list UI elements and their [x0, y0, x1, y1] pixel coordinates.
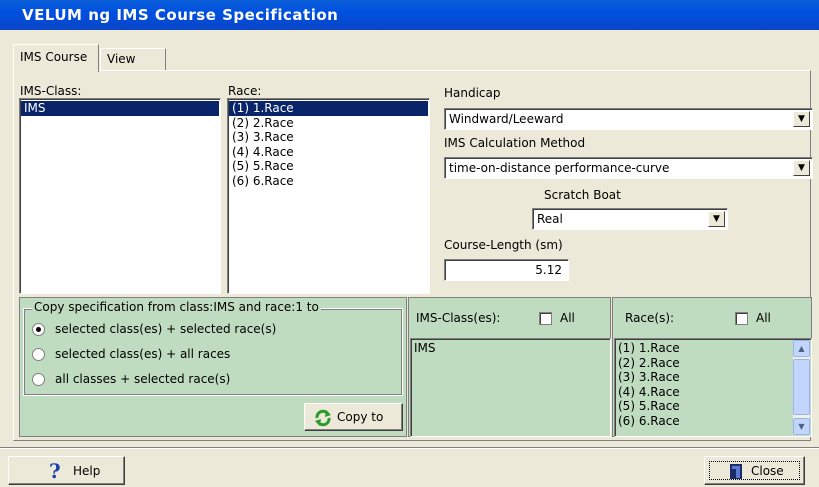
dropdown-arrow-icon[interactable]: ▼	[708, 211, 725, 227]
tab-view[interactable]: View	[100, 48, 166, 70]
radio-label: all classes + selected race(s)	[55, 372, 231, 386]
target-race-item[interactable]: (1) 1.Race	[615, 341, 811, 356]
target-race-item[interactable]: (2) 2.Race	[615, 356, 811, 371]
target-races-scrollbar[interactable]: ▲ ▼	[793, 340, 810, 435]
scroll-thumb[interactable]	[793, 359, 810, 415]
race-item[interactable]: (5) 5.Race	[229, 159, 428, 174]
race-label: Race:	[228, 84, 262, 98]
handicap-select[interactable]: Windward/Leeward ▼	[444, 108, 813, 130]
radio-all-classes-selected-race[interactable]	[32, 373, 45, 386]
race-item[interactable]: (1) 1.Race	[229, 101, 428, 116]
ims-class-list[interactable]: IMS	[19, 98, 221, 294]
close-door-icon	[730, 464, 742, 479]
target-race-item[interactable]: (5) 5.Race	[615, 399, 811, 414]
scroll-down-icon[interactable]: ▼	[793, 418, 810, 435]
target-race-item[interactable]: (4) 4.Race	[615, 385, 811, 400]
handicap-value: Windward/Leeward	[449, 112, 564, 126]
race-item[interactable]: (4) 4.Race	[229, 145, 428, 160]
target-races-label: Race(s):	[625, 311, 675, 325]
tab-ims-course[interactable]: IMS Course	[13, 44, 99, 72]
race-item[interactable]: (6) 6.Race	[229, 174, 428, 189]
scratch-boat-select[interactable]: Real ▼	[532, 208, 728, 230]
radio-label: selected class(es) + all races	[55, 347, 231, 361]
target-races-panel: Race(s): All (1) 1.Race (2) 2.Race (3) 3…	[612, 297, 812, 437]
help-button[interactable]: ? Help	[8, 456, 125, 485]
target-classes-label: IMS-Class(es):	[416, 311, 501, 325]
copy-spec-panel: Copy specification from class:IMS and ra…	[19, 297, 407, 437]
target-race-item[interactable]: (3) 3.Race	[615, 370, 811, 385]
all-classes-label: All	[560, 311, 575, 325]
close-button[interactable]: Close	[704, 456, 805, 485]
course-length-input[interactable]: 5.12	[444, 259, 569, 281]
radio-selected-class-selected-race[interactable]	[32, 323, 45, 336]
target-classes-panel: IMS-Class(es): All IMS	[408, 297, 611, 437]
race-item[interactable]: (2) 2.Race	[229, 116, 428, 131]
calc-method-select[interactable]: time-on-distance performance-curve ▼	[444, 157, 813, 179]
handicap-label: Handicap	[444, 86, 501, 100]
all-races-label: All	[756, 311, 771, 325]
target-race-item[interactable]: (6) 6.Race	[615, 414, 811, 429]
calc-method-value: time-on-distance performance-curve	[449, 161, 670, 175]
calc-method-label: IMS Calculation Method	[444, 136, 586, 150]
copy-to-label: Copy to	[337, 410, 384, 424]
refresh-copy-icon	[315, 409, 331, 427]
radio-selected-class-all-races[interactable]	[32, 348, 45, 361]
copy-to-button[interactable]: Copy to	[304, 403, 403, 431]
window-title: VELUM ng IMS Course Specification	[0, 0, 819, 30]
dropdown-arrow-icon[interactable]: ▼	[793, 160, 810, 176]
all-classes-checkbox[interactable]	[539, 312, 552, 325]
footer-separator	[0, 447, 819, 449]
ims-class-item[interactable]: IMS	[21, 101, 219, 116]
course-length-label: Course-Length (sm)	[444, 238, 563, 252]
radio-label: selected class(es) + selected race(s)	[55, 322, 277, 336]
close-label: Close	[751, 464, 784, 478]
scratch-boat-value: Real	[537, 212, 563, 226]
ims-class-label: IMS-Class:	[20, 84, 82, 98]
scratch-boat-label: Scratch Boat	[544, 188, 621, 202]
scroll-up-icon[interactable]: ▲	[793, 340, 810, 357]
help-question-icon: ?	[49, 459, 61, 483]
help-label: Help	[73, 464, 101, 478]
race-item[interactable]: (3) 3.Race	[229, 130, 428, 145]
copy-spec-title: Copy specification from class:IMS and ra…	[32, 300, 321, 314]
race-list[interactable]: (1) 1.Race (2) 2.Race (3) 3.Race (4) 4.R…	[227, 98, 430, 294]
all-races-checkbox[interactable]	[735, 312, 748, 325]
target-class-item[interactable]: IMS	[411, 341, 610, 356]
target-classes-list[interactable]: IMS	[410, 338, 611, 437]
target-races-list[interactable]: (1) 1.Race (2) 2.Race (3) 3.Race (4) 4.R…	[614, 338, 812, 437]
dropdown-arrow-icon[interactable]: ▼	[793, 111, 810, 127]
